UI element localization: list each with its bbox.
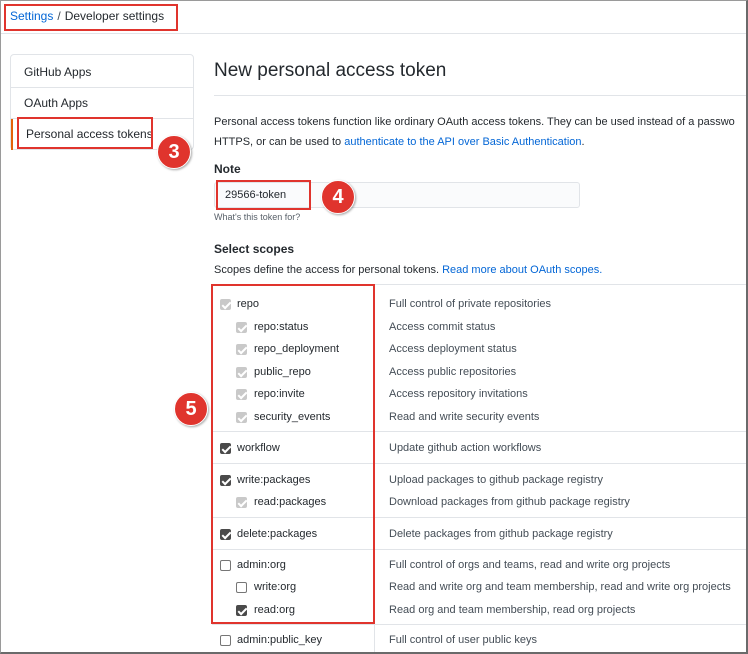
scope-row-write-packages: write:packages Upload packages to github … (210, 470, 744, 492)
scope-group-divider (212, 624, 746, 625)
scope-name: repo (237, 298, 260, 310)
scope-row-repo-invite: repo:invite Access repository invitations (210, 384, 744, 406)
scope-row-repo-status: repo:status Access commit status (210, 317, 744, 339)
scope-name: write:packages (237, 474, 311, 486)
scope-checkbox-repo-invite (236, 389, 247, 400)
scope-description: Download packages from github package re… (389, 496, 630, 508)
intro-line-2-suffix: . (581, 136, 585, 148)
oauth-scopes-link[interactable]: Read more about OAuth scopes. (442, 264, 602, 276)
scope-group-divider (212, 549, 746, 550)
scope-name: security_events (254, 411, 331, 423)
scope-row-security-events: security_events Read and write security e… (210, 407, 744, 429)
annotation-step-5-badge: 5 (174, 392, 208, 426)
scope-checkbox-security-events (236, 412, 247, 423)
scope-checkbox-repo-status (236, 322, 247, 333)
scope-description: Delete packages from github package regi… (389, 528, 613, 540)
scope-checkbox-repo (220, 299, 231, 310)
note-input[interactable] (214, 182, 580, 208)
scope-name: public_repo (254, 366, 311, 378)
breadcrumb: Settings / Developer settings (4, 4, 178, 31)
scopes-description: Scopes define the access for personal to… (214, 264, 602, 276)
scope-row-admin-org: admin:org Full control of orgs and teams,… (210, 555, 744, 577)
scope-row-delete-packages: delete:packages Delete packages from gith… (210, 524, 744, 546)
scope-name: admin:public_key (237, 634, 322, 646)
scope-description: Read org and team membership, read org p… (389, 604, 636, 616)
scope-checkbox-repo-deployment (236, 344, 247, 355)
scope-description: Access deployment status (389, 343, 517, 355)
page-title: New personal access token (214, 60, 447, 81)
intro-line-2-prefix: HTTPS, or can be used to (214, 136, 345, 148)
scope-row-write-org: write:org Read and write org and team mem… (210, 577, 744, 599)
scope-name: admin:org (237, 559, 286, 571)
scope-checkbox-admin-org[interactable] (220, 560, 231, 571)
scopes-table: repo Full control of private repositories… (212, 284, 748, 654)
scope-name: repo:status (254, 321, 309, 333)
annotation-step-3-badge: 3 (157, 135, 191, 169)
sidebar-item-github-apps[interactable]: GitHub Apps (11, 57, 193, 88)
scope-checkbox-workflow[interactable] (220, 443, 231, 454)
scope-row-read-org: read:org Read org and team membership, re… (210, 600, 744, 622)
scope-row-repo-deployment: repo_deployment Access deployment status (210, 339, 744, 361)
intro-line-1: Personal access tokens function like ord… (214, 116, 735, 128)
intro-text: Personal access tokens function like ord… (214, 112, 748, 152)
scope-row-workflow: workflow Update github action workflows (210, 438, 744, 460)
scope-name: repo_deployment (254, 343, 340, 355)
scope-checkbox-admin-public-key[interactable] (220, 635, 231, 646)
annotation-step-4-badge: 4 (321, 180, 355, 214)
breadcrumb-current: Developer settings (64, 9, 165, 23)
breadcrumb-separator: / (57, 9, 61, 23)
scope-description: Full control of private repositories (389, 298, 552, 310)
scope-description: Access public repositories (389, 366, 517, 378)
scope-description: Full control of user public keys (389, 634, 537, 646)
note-hint: What's this token for? (214, 212, 301, 222)
scope-description: Upload packages to github package regist… (389, 474, 604, 486)
scope-description: Access commit status (389, 321, 496, 333)
scope-description: Update github action workflows (389, 442, 542, 454)
sidebar-item-oauth-apps[interactable]: OAuth Apps (11, 88, 193, 119)
scope-row-public-repo: public_repo Access public repositories (210, 362, 744, 384)
title-divider (214, 95, 748, 96)
scope-group-divider (212, 463, 746, 464)
scope-checkbox-read-org[interactable] (236, 605, 247, 616)
scope-description: Read and write org and team membership, … (389, 581, 731, 593)
scope-description: Access repository invitations (389, 388, 528, 400)
scope-checkbox-write-packages[interactable] (220, 475, 231, 486)
scope-name: read:packages (254, 496, 327, 508)
scope-row-read-packages: read:packages Download packages from gith… (210, 492, 744, 514)
scope-checkbox-write-org[interactable] (236, 582, 247, 593)
scope-group-divider (212, 431, 746, 432)
breadcrumb-bar: Settings / Developer settings (0, 0, 748, 34)
scope-description: Full control of orgs and teams, read and… (389, 559, 671, 571)
scope-name: read:org (254, 604, 295, 616)
scope-name: delete:packages (237, 528, 318, 540)
scope-description: Read and write security events (389, 411, 540, 423)
select-scopes-title: Select scopes (214, 242, 295, 256)
basic-auth-link[interactable]: authenticate to the API over Basic Authe… (344, 136, 581, 148)
scope-name: workflow (237, 442, 280, 454)
scope-checkbox-read-packages (236, 497, 247, 508)
scope-name: write:org (254, 581, 297, 593)
scope-row-admin-public-key: admin:public_key Full control of user pub… (210, 630, 744, 652)
scope-name: repo:invite (254, 388, 305, 400)
scopes-desc-text: Scopes define the access for personal to… (214, 264, 443, 276)
scope-checkbox-delete-packages[interactable] (220, 529, 231, 540)
scope-row-repo: repo Full control of private repositories (210, 294, 744, 316)
breadcrumb-settings-link[interactable]: Settings (10, 9, 53, 23)
scope-group-divider (212, 517, 746, 518)
scope-checkbox-public-repo (236, 367, 247, 378)
note-label: Note (214, 162, 241, 176)
